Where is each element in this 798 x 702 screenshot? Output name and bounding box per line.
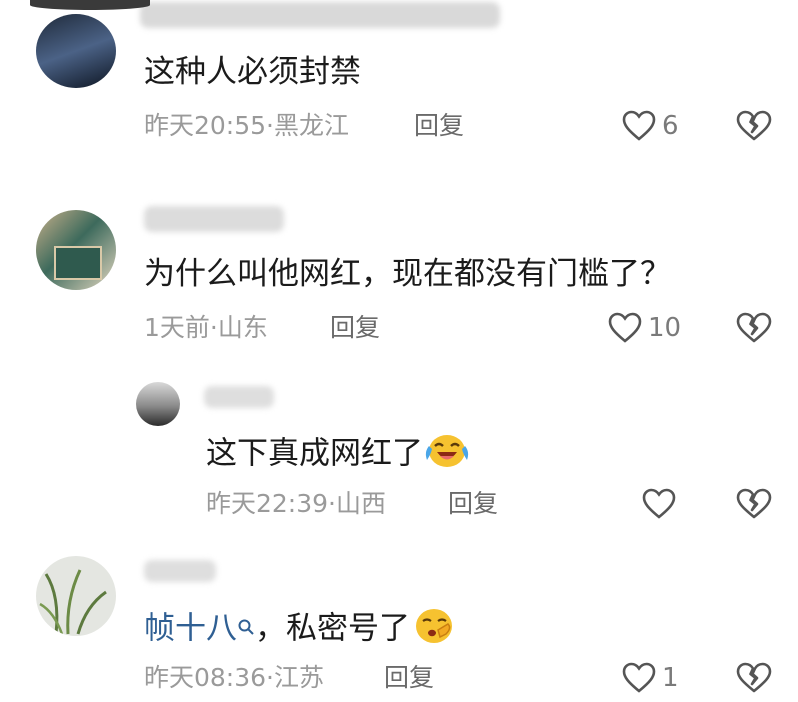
- broken-heart-icon[interactable]: [736, 662, 772, 694]
- shushing-face-emoji: [410, 604, 456, 656]
- avatar[interactable]: [136, 382, 180, 426]
- broken-heart-icon[interactable]: [736, 312, 772, 344]
- comment-meta: 昨天20:55·黑龙江: [144, 111, 349, 140]
- like-count: 10: [648, 313, 682, 343]
- comment-body: ，私密号了: [255, 610, 410, 647]
- like-button[interactable]: 6: [622, 110, 679, 142]
- like-button[interactable]: [642, 488, 682, 520]
- laughing-crying-emoji: [423, 430, 469, 480]
- broken-heart-icon[interactable]: [736, 488, 772, 520]
- avatar[interactable]: [36, 210, 116, 290]
- comment-text: 这下真成网红了: [206, 430, 469, 480]
- heart-outline-icon: [608, 312, 642, 344]
- username-blurred: [144, 206, 284, 232]
- like-button[interactable]: 1: [622, 662, 679, 694]
- comment-meta: 昨天08:36·江苏: [144, 663, 324, 692]
- top-username-blurred: [140, 2, 500, 28]
- comment-text: 这种人必须封禁: [144, 54, 361, 90]
- reply-button[interactable]: 回复: [330, 312, 380, 344]
- reply-button[interactable]: 回复: [384, 662, 434, 694]
- username-blurred: [204, 386, 274, 408]
- mention-link[interactable]: 帧十八: [144, 611, 237, 647]
- like-button[interactable]: 10: [608, 312, 681, 344]
- reply-button[interactable]: 回复: [414, 110, 464, 142]
- comment-text: 帧十八 ，私密号了: [144, 604, 456, 656]
- reply-button[interactable]: 回复: [448, 488, 498, 520]
- like-count: 6: [662, 111, 679, 141]
- heart-outline-icon: [622, 662, 656, 694]
- heart-outline-icon: [642, 488, 676, 520]
- comment-meta: 昨天22:39·山西: [206, 489, 386, 518]
- comment-text: 为什么叫他网红，现在都没有门槛了？: [144, 256, 671, 292]
- avatar[interactable]: [36, 556, 116, 636]
- like-count: 1: [662, 663, 679, 693]
- avatar[interactable]: [36, 14, 116, 88]
- heart-outline-icon: [622, 110, 656, 142]
- reply-text: 这下真成网红了: [206, 435, 423, 472]
- username-blurred: [144, 560, 216, 582]
- search-lens-icon: [237, 606, 255, 646]
- comment-meta: 1天前·山东: [144, 313, 268, 342]
- broken-heart-icon[interactable]: [736, 110, 772, 142]
- top-strip-dark: [30, 0, 150, 10]
